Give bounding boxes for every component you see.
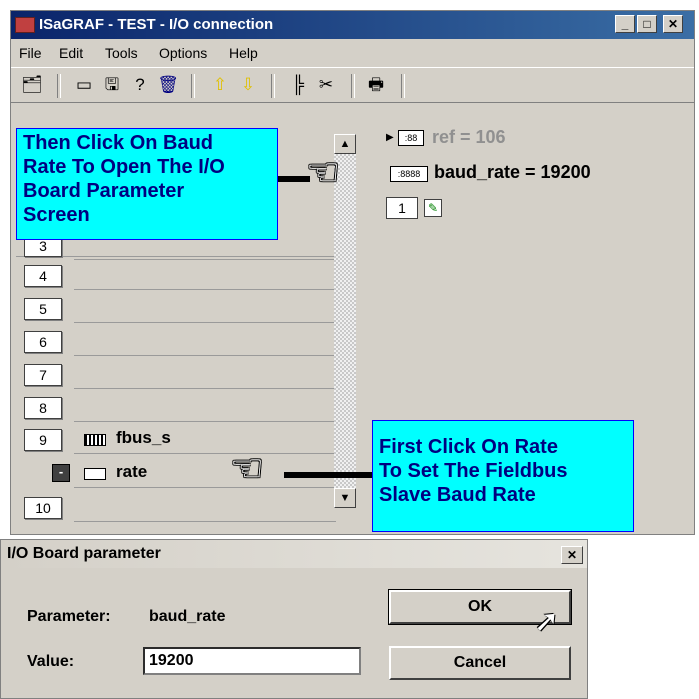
toolbar: 🗂 ▭ 🖫 ? 🗑 ⇧ ⇩ ╠ ✂ 🖶 (11, 67, 694, 103)
arrow-up-icon[interactable]: ⇧ (209, 74, 231, 96)
io-board-parameter-dialog: I/O Board parameter ✕ Parameter: baud_ra… (0, 539, 588, 699)
pointing-hand-icon: ☜ (230, 448, 265, 490)
row-label: fbus_s (116, 428, 171, 447)
cancel-button[interactable]: Cancel (389, 646, 571, 680)
menu-bar: File Edit Tools Options Help (11, 41, 694, 65)
index-box: 1 (386, 197, 418, 219)
pointing-hand-icon: ☞ (306, 152, 341, 194)
delete-icon[interactable]: 🗑 (157, 74, 179, 96)
ref-line[interactable]: ref = 106 (432, 127, 506, 148)
mouse-pointer-icon: ➚ (534, 605, 560, 638)
help-icon[interactable]: ? (129, 74, 151, 96)
instruction-callout-bottom: First Click On Rate To Set The Fieldbus … (372, 420, 634, 532)
scroll-down-icon[interactable]: ▼ (334, 488, 356, 508)
menu-tools[interactable]: Tools (105, 41, 138, 65)
menu-edit[interactable]: Edit (59, 41, 83, 65)
arrow-down-icon[interactable]: ⇩ (237, 74, 259, 96)
row-label: rate (116, 462, 148, 481)
table-row[interactable]: 6 (16, 326, 336, 356)
close-button[interactable]: ✕ (663, 15, 683, 33)
row-number: 9 (24, 429, 62, 451)
baud-rate-line[interactable]: baud_rate = 19200 (434, 162, 591, 183)
tree-icon[interactable]: ╠ (287, 74, 309, 96)
table-row[interactable]: 4 (16, 260, 336, 290)
board-icon (84, 434, 106, 446)
print-icon[interactable]: 🖶 (365, 74, 387, 96)
collapse-icon[interactable]: - (52, 464, 70, 482)
menu-help[interactable]: Help (229, 41, 258, 65)
table-row[interactable]: 7 (16, 359, 336, 389)
table-row[interactable]: 10 (16, 492, 336, 522)
row-number: 5 (24, 298, 62, 320)
row-number: 10 (24, 497, 62, 519)
dialog-title: I/O Board parameter (7, 545, 161, 562)
pointer-line (284, 472, 372, 478)
menu-file[interactable]: File (19, 41, 42, 65)
maximize-button[interactable]: □ (637, 15, 657, 33)
board-icon[interactable]: ▭ (73, 74, 95, 96)
window-title: ISaGRAF - TEST - I/O connection (39, 16, 274, 33)
value-label: Value: (27, 653, 75, 670)
dialog-close-button[interactable]: ✕ (561, 546, 583, 564)
value-input[interactable]: 19200 (143, 647, 361, 675)
row-number: 7 (24, 364, 62, 386)
row-number: 4 (24, 265, 62, 287)
cut-icon[interactable]: ✂ (315, 74, 337, 96)
table-row-fbus-s[interactable]: 9 fbus_s (16, 424, 336, 454)
row-number: 6 (24, 331, 62, 353)
table-row[interactable]: 5 (16, 293, 336, 323)
new-board-icon[interactable]: 🖫 (101, 74, 123, 96)
expand-icon[interactable]: ▶ (386, 132, 394, 143)
edit-icon[interactable]: ✎ (424, 199, 442, 217)
parameter-icon: :8888 (390, 166, 428, 182)
instruction-callout-top: Then Click On Baud Rate To Open The I/O … (16, 128, 278, 240)
open-icon[interactable]: 🗂 (21, 74, 43, 96)
row-number: 8 (24, 397, 62, 419)
parameter-value: baud_rate (149, 608, 226, 625)
parameter-label: Parameter: (27, 608, 111, 625)
parameter-icon (84, 468, 106, 480)
minimize-button[interactable]: _ (615, 15, 635, 33)
menu-options[interactable]: Options (159, 41, 207, 65)
table-row[interactable]: 8 (16, 392, 336, 422)
dialog-title-bar: I/O Board parameter ✕ (1, 540, 587, 568)
title-bar: ISaGRAF - TEST - I/O connection _ □ ✕ (11, 11, 694, 39)
app-icon (15, 17, 35, 33)
scroll-up-icon[interactable]: ▲ (334, 134, 356, 154)
board-icon: :88 (398, 130, 424, 146)
